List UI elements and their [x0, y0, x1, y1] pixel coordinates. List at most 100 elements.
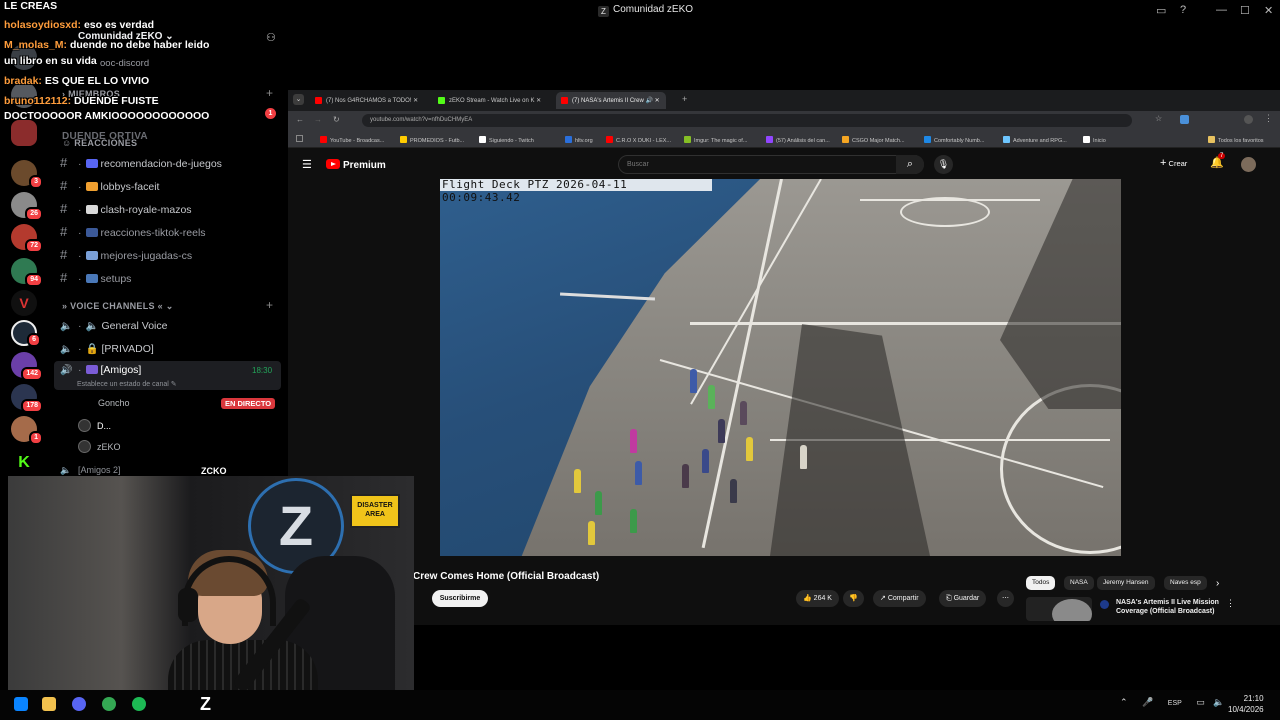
channel-lobbys[interactable]: # · lobbys-faceit: [60, 178, 159, 193]
voice-privado[interactable]: 🔈 · 🔒 [PRIVADO]: [60, 342, 154, 355]
recommended-title[interactable]: NASA's Artemis II Live Mission Coverage …: [1116, 598, 1220, 616]
youtube-play-icon: [326, 159, 340, 169]
chrome-icon[interactable]: [102, 697, 116, 711]
server-icon-3[interactable]: [11, 120, 37, 146]
server-icon-6[interactable]: 72: [11, 224, 43, 253]
webcam-label: ZCKO: [196, 466, 232, 476]
add-member-icon[interactable]: ⚇: [266, 31, 276, 44]
create-button[interactable]: + Crear: [1160, 157, 1187, 169]
clock[interactable]: 21:10 10/4/2026: [1228, 693, 1264, 715]
subscribe-button[interactable]: Suscribirme: [432, 590, 488, 607]
discord-icon[interactable]: [72, 697, 86, 711]
server-icon-4[interactable]: 3: [11, 160, 43, 189]
tab-2[interactable]: zEKO Stream - Watch Live on K ✕: [433, 92, 547, 109]
category-reacciones[interactable]: ☺ REACCIONES: [62, 138, 137, 148]
like-button[interactable]: 👍 264 K: [796, 590, 839, 607]
kick-server-icon[interactable]: K: [11, 450, 37, 476]
voice-user-d[interactable]: D...: [78, 419, 111, 432]
channel-recomendacion[interactable]: # · recomendacion-de-juegos: [60, 155, 222, 170]
server-icon-12[interactable]: 1: [11, 416, 43, 445]
bookmark[interactable]: Inicio: [1083, 136, 1106, 144]
extension-icon[interactable]: [1180, 115, 1189, 124]
all-bookmarks[interactable]: Todos los favoritos: [1208, 136, 1264, 144]
voice-search-button[interactable]: 🎙: [934, 155, 953, 174]
url-input[interactable]: youtube.com/watch?v=nfhDuCHMyEA: [362, 114, 1132, 127]
voice-user-zeko[interactable]: zEKO: [78, 440, 121, 453]
dislike-button[interactable]: 👎: [843, 590, 864, 607]
channel-setups[interactable]: # · setups: [60, 270, 131, 285]
bookmark[interactable]: Siguiendo - Twitch: [479, 136, 534, 144]
bookmark[interactable]: hltv.org: [565, 136, 593, 144]
bookmark[interactable]: Adventure and RPG...: [1003, 136, 1067, 144]
channel-mejores[interactable]: # · mejores-jugadas-cs: [60, 247, 192, 262]
profile-icon[interactable]: [1244, 115, 1253, 124]
server-icon-5[interactable]: 26: [11, 192, 43, 221]
add-voice-icon[interactable]: +: [266, 298, 273, 312]
save-button[interactable]: ⎗ Guardar: [939, 590, 987, 607]
video-player[interactable]: Flight Deck PTZ 2026-04-11 00:09:43.42: [440, 179, 1121, 556]
more-actions-button[interactable]: ⋯: [997, 590, 1014, 607]
chip-nasa[interactable]: NASA: [1064, 576, 1094, 590]
voice-general[interactable]: 🔈 · 🔈 General Voice: [60, 319, 167, 332]
add-channel-icon[interactable]: +: [266, 86, 273, 100]
hamburger-menu-icon[interactable]: ☰: [302, 158, 312, 171]
channel-status[interactable]: Establece un estado de canal ✎: [77, 380, 177, 388]
bookmark[interactable]: YouTube - Broadcas...: [320, 136, 384, 144]
server-icon-8[interactable]: V: [11, 290, 37, 316]
bookmark[interactable]: C.R.O X DUKI - LEX...: [606, 136, 671, 144]
chip-todos[interactable]: Todos: [1026, 576, 1056, 590]
forward-icon[interactable]: →: [314, 115, 322, 124]
bookmark[interactable]: CSGO Major Match...: [842, 136, 905, 144]
chevron-right-icon[interactable]: ›: [1216, 578, 1219, 589]
spotify-icon[interactable]: [132, 697, 146, 711]
zeko-taskbar-icon[interactable]: Z: [200, 694, 211, 715]
maximize-button[interactable]: ☐: [1240, 4, 1250, 17]
tab-1[interactable]: (7) Nos G4RCHAMOS a TODO! ✕: [310, 92, 424, 109]
search-input[interactable]: Buscar: [618, 155, 924, 174]
server-icon-10[interactable]: 142: [11, 352, 43, 381]
channel-clash[interactable]: # · clash-royale-mazos: [60, 201, 192, 216]
bookmark[interactable]: PROMEDIOS - Futb...: [400, 136, 464, 144]
display-icon[interactable]: ▭: [1196, 697, 1205, 707]
account-avatar[interactable]: [1241, 157, 1256, 172]
notifications-button[interactable]: 🔔 7: [1210, 153, 1226, 169]
inbox-icon[interactable]: ▭: [1156, 4, 1166, 17]
language-indicator[interactable]: ESP: [1168, 700, 1182, 707]
reload-icon[interactable]: ↻: [333, 115, 340, 124]
menu-icon[interactable]: ⋮: [1264, 113, 1273, 124]
help-icon[interactable]: ?: [1180, 4, 1186, 16]
nasa-channel-icon: [1100, 600, 1109, 609]
microphone-icon[interactable]: 🎤: [1142, 697, 1153, 707]
close-button[interactable]: ✕: [1264, 4, 1273, 17]
volume-icon[interactable]: 🔈: [1213, 697, 1224, 707]
channel-reacciones[interactable]: # · reacciones-tiktok-reels: [60, 224, 206, 239]
server-icon-zeko[interactable]: 6: [11, 320, 41, 347]
minimize-button[interactable]: —: [1216, 4, 1227, 16]
server-icon-11[interactable]: 178: [11, 384, 43, 413]
tab-list-icon[interactable]: ⌄: [293, 94, 304, 105]
apps-icon[interactable]: [296, 135, 303, 142]
new-tab-button[interactable]: +: [682, 94, 687, 104]
server-icon-7[interactable]: 94: [11, 258, 43, 287]
chip-naves[interactable]: Naves esp: [1164, 576, 1207, 590]
channel-partial[interactable]: ooc-discord: [100, 58, 149, 69]
more-icon[interactable]: ⋮: [1226, 598, 1235, 609]
bookmark[interactable]: Imgur: The magic of...: [684, 136, 747, 144]
voice-amigos-2[interactable]: 🔈 [Amigos 2]: [60, 465, 121, 476]
voice-amigos[interactable]: 🔊 · [Amigos]: [60, 364, 141, 376]
category-voice[interactable]: » VOICE CHANNELS « ⌄: [62, 301, 174, 312]
explorer-icon[interactable]: [42, 697, 56, 711]
search-button[interactable]: ⌕: [896, 155, 924, 174]
youtube-premium-logo[interactable]: Premium: [326, 159, 386, 171]
chip-jeremy[interactable]: Jeremy Hansen: [1097, 576, 1155, 590]
bookmark[interactable]: Comfortably Numb...: [924, 136, 984, 144]
start-icon[interactable]: [14, 697, 28, 711]
back-icon[interactable]: ←: [296, 115, 304, 124]
bookmark-star-icon[interactable]: ☆: [1155, 114, 1162, 123]
tab-3-active[interactable]: (7) NASA's Artemis II Crew 🔊 ✕: [556, 92, 666, 109]
voice-user-goncho[interactable]: Goncho: [78, 398, 130, 408]
chevron-up-icon[interactable]: ⌃: [1120, 697, 1128, 707]
share-button[interactable]: ↗ Compartir: [873, 590, 926, 607]
recommended-thumbnail[interactable]: [1026, 597, 1092, 621]
bookmark[interactable]: (57) Análisis del can...: [766, 136, 830, 144]
